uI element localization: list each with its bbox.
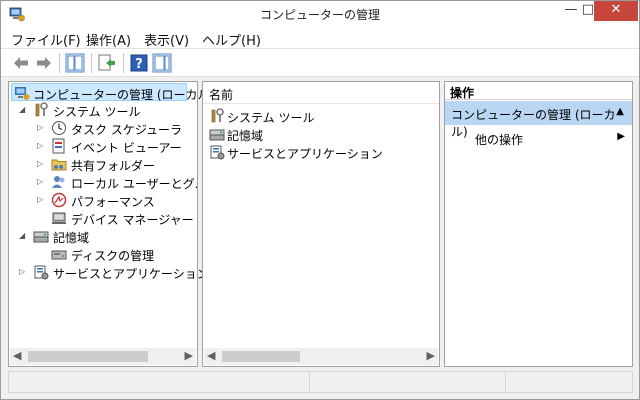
- tree-item-services-applications[interactable]: ▷ サービスとアプリケーション: [17, 263, 209, 281]
- title-bar: コンピューターの管理 — □ ✕: [1, 1, 639, 27]
- tree-item-label: イベント ビューアー: [71, 141, 182, 155]
- tree-item-label: デバイス マネージャー: [71, 213, 194, 227]
- shared-folder-icon: [51, 159, 67, 171]
- back-icon[interactable]: [11, 53, 31, 73]
- expand-arrow-icon[interactable]: ▷: [19, 267, 25, 276]
- toolbar-separator: [59, 53, 60, 73]
- toolbar: ?: [1, 49, 639, 77]
- services-applications-icon: [34, 265, 49, 280]
- console-tree-pane: コンピューターの管理 (ローカル) ◢ システム ツール ▷ タスク スケジュー…: [8, 81, 214, 367]
- tree-item-task-scheduler[interactable]: ▷ タスク スケジューラ: [35, 119, 197, 137]
- show-action-pane-icon[interactable]: [152, 53, 172, 73]
- storage-icon: [209, 129, 225, 141]
- menu-file[interactable]: ファイル(F): [11, 30, 81, 49]
- expand-arrow-icon[interactable]: ▷: [37, 159, 43, 168]
- tree-item-disk-management[interactable]: ディスクの管理: [35, 245, 197, 263]
- expand-arrow-icon[interactable]: ▷: [37, 177, 43, 186]
- expand-arrow-icon[interactable]: ▷: [37, 123, 43, 132]
- scroll-right-arrow-icon[interactable]: ▶: [427, 349, 435, 362]
- column-header-name[interactable]: 名前: [203, 82, 439, 104]
- status-bar-panel: [309, 372, 505, 392]
- tree-item-label: サービスとアプリケーション: [53, 267, 209, 281]
- help-icon[interactable]: ?: [129, 53, 149, 73]
- list-item-label: サービスとアプリケーション: [227, 147, 383, 161]
- local-users-icon: [52, 176, 65, 188]
- menu-view[interactable]: 表示(V): [144, 30, 189, 49]
- tree-horizontal-scrollbar[interactable]: ◀ ▶: [10, 348, 196, 365]
- svg-text:?: ?: [135, 57, 143, 72]
- status-bar-panel: [505, 372, 633, 392]
- tree-item-local-users-groups[interactable]: ▷ ローカル ユーザーとグループ: [35, 173, 197, 191]
- close-button[interactable]: ✕: [594, 1, 638, 21]
- toolbar-separator: [123, 53, 124, 73]
- menu-action[interactable]: 操作(A): [86, 30, 131, 49]
- list-horizontal-scrollbar[interactable]: ◀ ▶: [204, 348, 438, 365]
- actions-group-computer-management[interactable]: コンピューターの管理 (ローカル) ▲: [445, 101, 632, 139]
- storage-icon: [33, 231, 49, 243]
- services-applications-icon: [210, 145, 225, 160]
- tree-item-label: タスク スケジューラ: [71, 123, 182, 137]
- system-tools-icon: [35, 102, 48, 117]
- action-item-label: 他の操作: [475, 133, 524, 147]
- computer-management-icon: [15, 87, 30, 100]
- actions-pane: 操作 コンピューターの管理 (ローカル) ▲ 他の操作 ▶: [444, 81, 633, 367]
- export-list-icon[interactable]: [97, 53, 117, 73]
- tree-item-event-viewer[interactable]: ▷ イベント ビューアー: [35, 137, 197, 155]
- collapse-caret-icon[interactable]: ▲: [616, 106, 624, 117]
- computer-management-window: コンピューターの管理 — □ ✕ ファイル(F) 操作(A) 表示(V) ヘルプ…: [0, 0, 640, 400]
- scrollbar-thumb[interactable]: [222, 351, 300, 362]
- window-title: コンピューターの管理: [259, 8, 380, 22]
- tree-item-label: パフォーマンス: [71, 195, 155, 209]
- expand-arrow-icon[interactable]: ▷: [37, 141, 43, 150]
- tree-item-label: 記憶域: [53, 231, 90, 245]
- tree-item-label: ローカル ユーザーとグループ: [71, 177, 197, 191]
- tree-item-label: システム ツール: [53, 105, 141, 119]
- column-header-label: 名前: [209, 88, 234, 102]
- tree-item-label: ディスクの管理: [71, 249, 155, 263]
- scroll-right-arrow-icon[interactable]: ▶: [185, 349, 193, 362]
- actions-header-label: 操作: [450, 86, 475, 100]
- show-console-tree-icon[interactable]: [65, 53, 85, 73]
- collapse-arrow-icon[interactable]: ◢: [19, 231, 25, 240]
- scroll-left-arrow-icon[interactable]: ◀: [13, 349, 21, 362]
- event-viewer-icon: [52, 138, 65, 154]
- disk-management-icon: [51, 250, 67, 260]
- action-more-actions[interactable]: 他の操作 ▶: [475, 130, 625, 148]
- tree-item-system-tools[interactable]: ◢ システム ツール: [17, 101, 197, 119]
- device-manager-icon: [52, 212, 66, 224]
- forward-icon[interactable]: [34, 53, 54, 73]
- toolbar-separator: [91, 53, 92, 73]
- scroll-left-arrow-icon[interactable]: ◀: [207, 349, 215, 362]
- list-item-label: 記憶域: [227, 129, 264, 143]
- collapse-arrow-icon[interactable]: ◢: [19, 105, 25, 114]
- actions-header: 操作: [445, 82, 632, 100]
- menu-help[interactable]: ヘルプ(H): [202, 30, 261, 49]
- submenu-arrow-icon: ▶: [617, 131, 625, 142]
- system-tools-icon: [211, 108, 224, 123]
- status-bar: [8, 371, 633, 393]
- scrollbar-thumb[interactable]: [28, 351, 148, 362]
- tree-item-storage[interactable]: ◢ 記憶域: [17, 227, 197, 245]
- performance-icon: [51, 192, 67, 208]
- expand-arrow-icon[interactable]: ▷: [37, 195, 43, 204]
- tree-root-computer-management[interactable]: コンピューターの管理 (ローカル): [11, 83, 214, 102]
- menu-bar: ファイル(F) 操作(A) 表示(V) ヘルプ(H): [1, 27, 639, 49]
- tree-item-label: 共有フォルダー: [71, 159, 156, 173]
- list-item-label: システム ツール: [227, 111, 315, 125]
- tree-item-device-manager[interactable]: デバイス マネージャー: [35, 209, 197, 227]
- task-scheduler-icon: [52, 121, 66, 135]
- tree-item-performance[interactable]: ▷ パフォーマンス: [35, 191, 197, 209]
- results-list-pane: 名前 システム ツール 記憶域 サービスとアプリケーション ◀ ▶: [202, 81, 440, 367]
- tree-item-shared-folders[interactable]: ▷ 共有フォルダー: [35, 155, 197, 173]
